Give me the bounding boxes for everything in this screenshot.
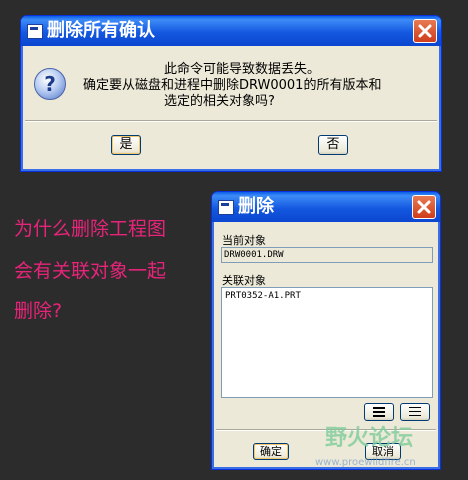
confirm-divider bbox=[25, 120, 437, 122]
confirm-dialog: 删除所有确认 ? 此命令可能导致数据丢失。 确定要从磁盘和进程中删除DRW000… bbox=[20, 15, 442, 172]
confirm-message-line-3: 选定的相关对象吗? bbox=[164, 94, 275, 109]
ok-button[interactable]: 确定 bbox=[253, 443, 289, 460]
confirm-dialog-titlebar[interactable]: 删除所有确认 bbox=[21, 16, 441, 46]
list-detail-icon bbox=[373, 407, 385, 417]
window-app-icon bbox=[218, 200, 234, 215]
delete-dialog-title: 删除 bbox=[238, 196, 274, 217]
related-objects-label: 关联对象 bbox=[222, 274, 266, 287]
current-object-label: 当前对象 bbox=[222, 234, 266, 247]
confirm-dialog-title: 删除所有确认 bbox=[47, 20, 155, 41]
delete-close-button[interactable] bbox=[412, 195, 436, 219]
watermark-url: www.proewildfire.cn bbox=[315, 457, 416, 468]
close-icon bbox=[418, 24, 432, 38]
close-icon bbox=[417, 200, 431, 214]
yes-button[interactable]: 是 bbox=[111, 135, 141, 155]
confirm-message-line-2: 确定要从磁盘和进程中删除DRW0001的所有版本和 bbox=[83, 78, 382, 93]
simple-list-view-button[interactable] bbox=[400, 403, 430, 421]
annotation-line-1: 为什么删除工程图 bbox=[14, 218, 167, 240]
current-object-field: DRW0001.DRW bbox=[221, 247, 433, 263]
detailed-list-view-button[interactable] bbox=[364, 403, 394, 421]
window-app-icon bbox=[27, 24, 43, 39]
delete-dialog-titlebar[interactable]: 删除 bbox=[212, 192, 440, 222]
list-item[interactable]: PRT0352-A1.PRT bbox=[225, 290, 429, 302]
confirm-close-button[interactable] bbox=[413, 19, 437, 43]
question-icon: ? bbox=[34, 68, 66, 100]
confirm-message-line-1: 此命令可能导致数据丢失。 bbox=[164, 62, 321, 77]
list-icon bbox=[409, 407, 421, 416]
annotation-line-2: 会有关联对象一起 bbox=[14, 260, 167, 282]
no-button[interactable]: 否 bbox=[318, 135, 348, 155]
watermark-logo: 野火论坛 bbox=[325, 426, 414, 451]
related-objects-list[interactable]: PRT0352-A1.PRT bbox=[221, 287, 433, 398]
annotation-line-3: 删除? bbox=[14, 300, 63, 322]
